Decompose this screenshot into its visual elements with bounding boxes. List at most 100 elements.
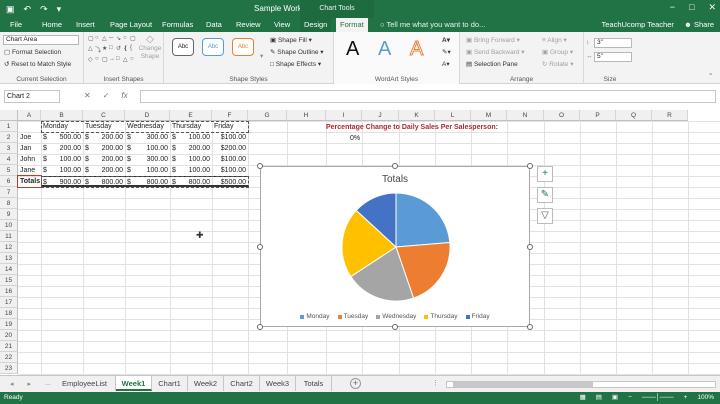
sheet-tab-chart1[interactable]: Chart1 [152, 376, 188, 391]
wordart-style-1[interactable]: A [346, 38, 359, 60]
legend-item-friday[interactable]: Friday [465, 313, 490, 320]
resize-handle-bottom[interactable] [392, 324, 398, 330]
zoom-slider[interactable]: ───│─── [642, 392, 674, 404]
page-break-view-icon[interactable]: ▣ [612, 392, 618, 404]
pie-chart[interactable]: Totals Monday Tuesday Wednesday Thursday Fri… [260, 166, 530, 327]
row-header-21[interactable]: 21 [0, 341, 18, 352]
pie-slice-monday[interactable] [395, 192, 451, 248]
percentage-change-value[interactable]: 0% [350, 133, 360, 144]
column-header-c[interactable]: C [83, 110, 125, 121]
sales-cell[interactable]: $300.00 [125, 154, 170, 165]
select-all-corner[interactable] [0, 110, 18, 121]
totals-label[interactable]: Totals [17, 175, 42, 188]
maximize-icon[interactable]: □ [689, 2, 694, 13]
resize-handle-top[interactable] [392, 163, 398, 169]
row-header-6[interactable]: 6 [0, 176, 18, 187]
selection-pane-button[interactable]: ▤ Selection Pane [466, 60, 518, 68]
legend-item-monday[interactable]: Monday [300, 313, 330, 320]
row-header-17[interactable]: 17 [0, 297, 18, 308]
row-header-2[interactable]: 2 [0, 132, 18, 143]
percentage-change-heading[interactable]: Percentage Change to Daily Sales Per Sal… [326, 122, 498, 133]
close-icon[interactable]: ✕ [708, 2, 716, 13]
prev-sheet-icon[interactable]: ◂ [10, 380, 14, 388]
next-sheet-icon[interactable]: ▸ [28, 380, 32, 388]
column-header-m[interactable]: M [471, 110, 507, 121]
sales-cell[interactable]: $100.00 [212, 154, 248, 165]
sales-cell[interactable]: $200.00 [170, 143, 212, 154]
column-header-e[interactable]: E [170, 110, 212, 121]
tab-insert[interactable]: Insert [72, 18, 99, 32]
group-button[interactable]: ▣ Group ▾ [542, 48, 573, 56]
split-bar-icon[interactable]: ⋮ [432, 379, 439, 387]
tab-data[interactable]: Data [202, 18, 226, 32]
column-header-p[interactable]: P [580, 110, 616, 121]
sheet-tab-chart2[interactable]: Chart2 [224, 376, 260, 391]
column-header-n[interactable]: N [507, 110, 544, 121]
legend-item-tuesday[interactable]: Tuesday [337, 313, 368, 320]
resize-handle-bottom-left[interactable] [257, 324, 263, 330]
row-header-1[interactable]: 1 [0, 121, 18, 132]
row-header-23[interactable]: 23 [0, 363, 18, 374]
shape-fill-button[interactable]: ▣ Shape Fill ▾ [270, 36, 312, 44]
chart-elements-dropdown[interactable]: Chart Area [3, 35, 79, 45]
row-header-13[interactable]: 13 [0, 253, 18, 264]
collapse-ribbon-icon[interactable]: ⌃ [708, 72, 713, 80]
sheet-tab-week3[interactable]: Week3 [260, 376, 296, 391]
row-header-4[interactable]: 4 [0, 154, 18, 165]
sales-cell[interactable]: $100.00 [170, 154, 212, 165]
sheet-tab-week2[interactable]: Week2 [188, 376, 224, 391]
tab-design[interactable]: Design [300, 18, 332, 32]
row-header-12[interactable]: 12 [0, 242, 18, 253]
column-header-j[interactable]: J [362, 110, 399, 121]
shape-style-thumb-1[interactable]: Abc [172, 38, 194, 56]
sales-cell[interactable]: $200.00 [83, 154, 125, 165]
shape-styles-more-icon[interactable]: ▾ [260, 52, 263, 60]
more-sheets-icon[interactable]: ... [45, 380, 51, 388]
cancel-icon[interactable]: ✕ [84, 91, 91, 100]
row-header-7[interactable]: 7 [0, 187, 18, 198]
sales-cell[interactable]: $100.00 [170, 132, 212, 143]
sales-cell[interactable]: $100.00 [125, 165, 170, 176]
reset-style-button[interactable]: ↺ Reset to Match Style [4, 60, 71, 68]
pie-plot-area[interactable] [261, 167, 531, 328]
shape-style-thumb-2[interactable]: Abc [202, 38, 224, 56]
column-header-h[interactable]: H [287, 110, 326, 121]
sales-cell[interactable]: $200.00 [41, 143, 83, 154]
row-header-22[interactable]: 22 [0, 352, 18, 363]
page-layout-view-icon[interactable]: ▤ [596, 392, 602, 404]
share-button[interactable]: ☻ Share [684, 20, 714, 29]
legend-item-wednesday[interactable]: Wednesday [376, 313, 416, 320]
shape-height-field[interactable]: 3" [594, 38, 632, 48]
row-header-9[interactable]: 9 [0, 209, 18, 220]
tell-me-search[interactable]: ○ Tell me what you want to do... [380, 18, 485, 32]
insert-function-icon[interactable]: fx [121, 91, 127, 100]
sales-cell[interactable]: $200.00 [83, 132, 125, 143]
sales-cell[interactable]: $500.00 [41, 132, 83, 143]
column-header-d[interactable]: D [125, 110, 170, 121]
salesperson-name[interactable]: Jan [18, 143, 41, 154]
sales-cell[interactable]: $200.00 [83, 143, 125, 154]
formula-input[interactable] [140, 90, 716, 103]
column-header-q[interactable]: Q [616, 110, 652, 121]
column-header-f[interactable]: F [212, 110, 248, 121]
minimize-icon[interactable]: − [670, 2, 675, 13]
zoom-out-icon[interactable]: − [628, 392, 632, 404]
sales-cell[interactable]: $100.00 [41, 154, 83, 165]
tab-home[interactable]: Home [38, 18, 66, 32]
shape-effects-button[interactable]: □ Shape Effects ▾ [270, 60, 321, 68]
tab-file[interactable]: File [6, 18, 26, 32]
row-header-16[interactable]: 16 [0, 286, 18, 297]
row-header-18[interactable]: 18 [0, 308, 18, 319]
sales-cell[interactable]: $100.00 [212, 165, 248, 176]
shape-outline-button[interactable]: ✎ Shape Outline ▾ [270, 48, 324, 56]
align-button[interactable]: ≡ Align ▾ [542, 36, 567, 44]
tab-page-layout[interactable]: Page Layout [106, 18, 156, 32]
row-header-8[interactable]: 8 [0, 198, 18, 209]
text-outline-icon[interactable]: ✎▾ [442, 48, 451, 56]
sales-cell[interactable]: $100.00 [125, 143, 170, 154]
resize-handle-right[interactable] [527, 244, 533, 250]
salesperson-name[interactable]: Joe [18, 132, 41, 143]
zoom-level[interactable]: 100% [697, 392, 714, 404]
row-header-19[interactable]: 19 [0, 319, 18, 330]
tab-review[interactable]: Review [232, 18, 265, 32]
